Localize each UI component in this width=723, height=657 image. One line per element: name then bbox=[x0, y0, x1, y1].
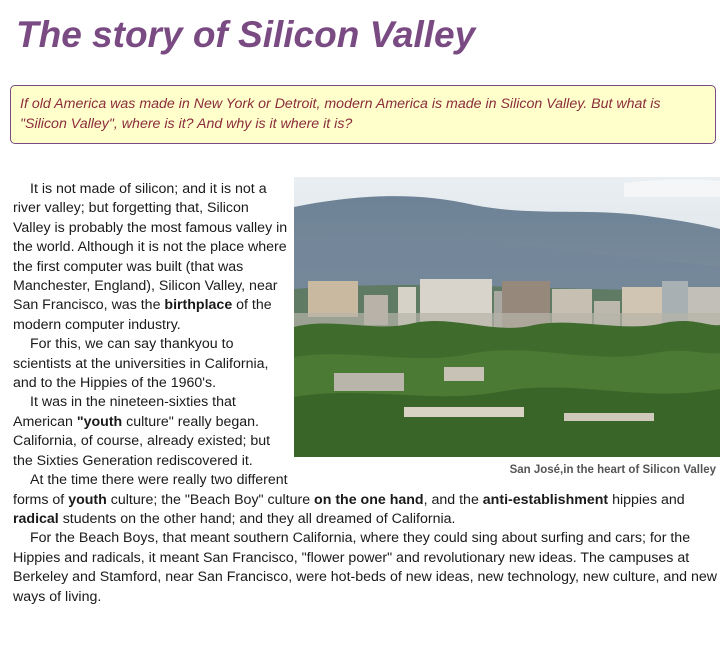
page-title: The story of Silicon Valley bbox=[16, 14, 476, 55]
figure-caption: San José,in the heart of Silicon Valley bbox=[509, 464, 716, 476]
paragraph-4-bold-2: on the one hand bbox=[314, 491, 424, 508]
paragraph-4-text-c: , and the bbox=[423, 491, 483, 508]
paragraph-4-bold-4: radical bbox=[13, 510, 59, 527]
paragraph-4-text-d: hippies and bbox=[608, 491, 685, 508]
paragraph-3-bold: "youth bbox=[76, 413, 123, 430]
article-body: San José,in the heart of Silicon Valley … bbox=[13, 177, 720, 607]
paragraph-1-text-a: It is not made of silicon; and it is not… bbox=[13, 181, 288, 314]
paragraph-4-bold-3: anti-establishment bbox=[482, 491, 609, 508]
paragraph-4-bold-1: youth bbox=[68, 491, 107, 508]
figure: San José,in the heart of Silicon Valley bbox=[294, 177, 720, 481]
paragraph-4-text-b: culture; the "Beach Boy" culture bbox=[106, 491, 315, 508]
intro-text: If old America was made in New York or D… bbox=[20, 96, 661, 132]
paragraph-4-text-e: students on the other hand; and they all… bbox=[58, 510, 456, 527]
paragraph-1-bold: birthplace bbox=[164, 297, 233, 314]
san-jose-photo bbox=[294, 177, 720, 457]
paragraph-5: For the Beach Boys, that meant southern … bbox=[13, 530, 717, 605]
intro-box: If old America was made in New York or D… bbox=[10, 85, 716, 144]
